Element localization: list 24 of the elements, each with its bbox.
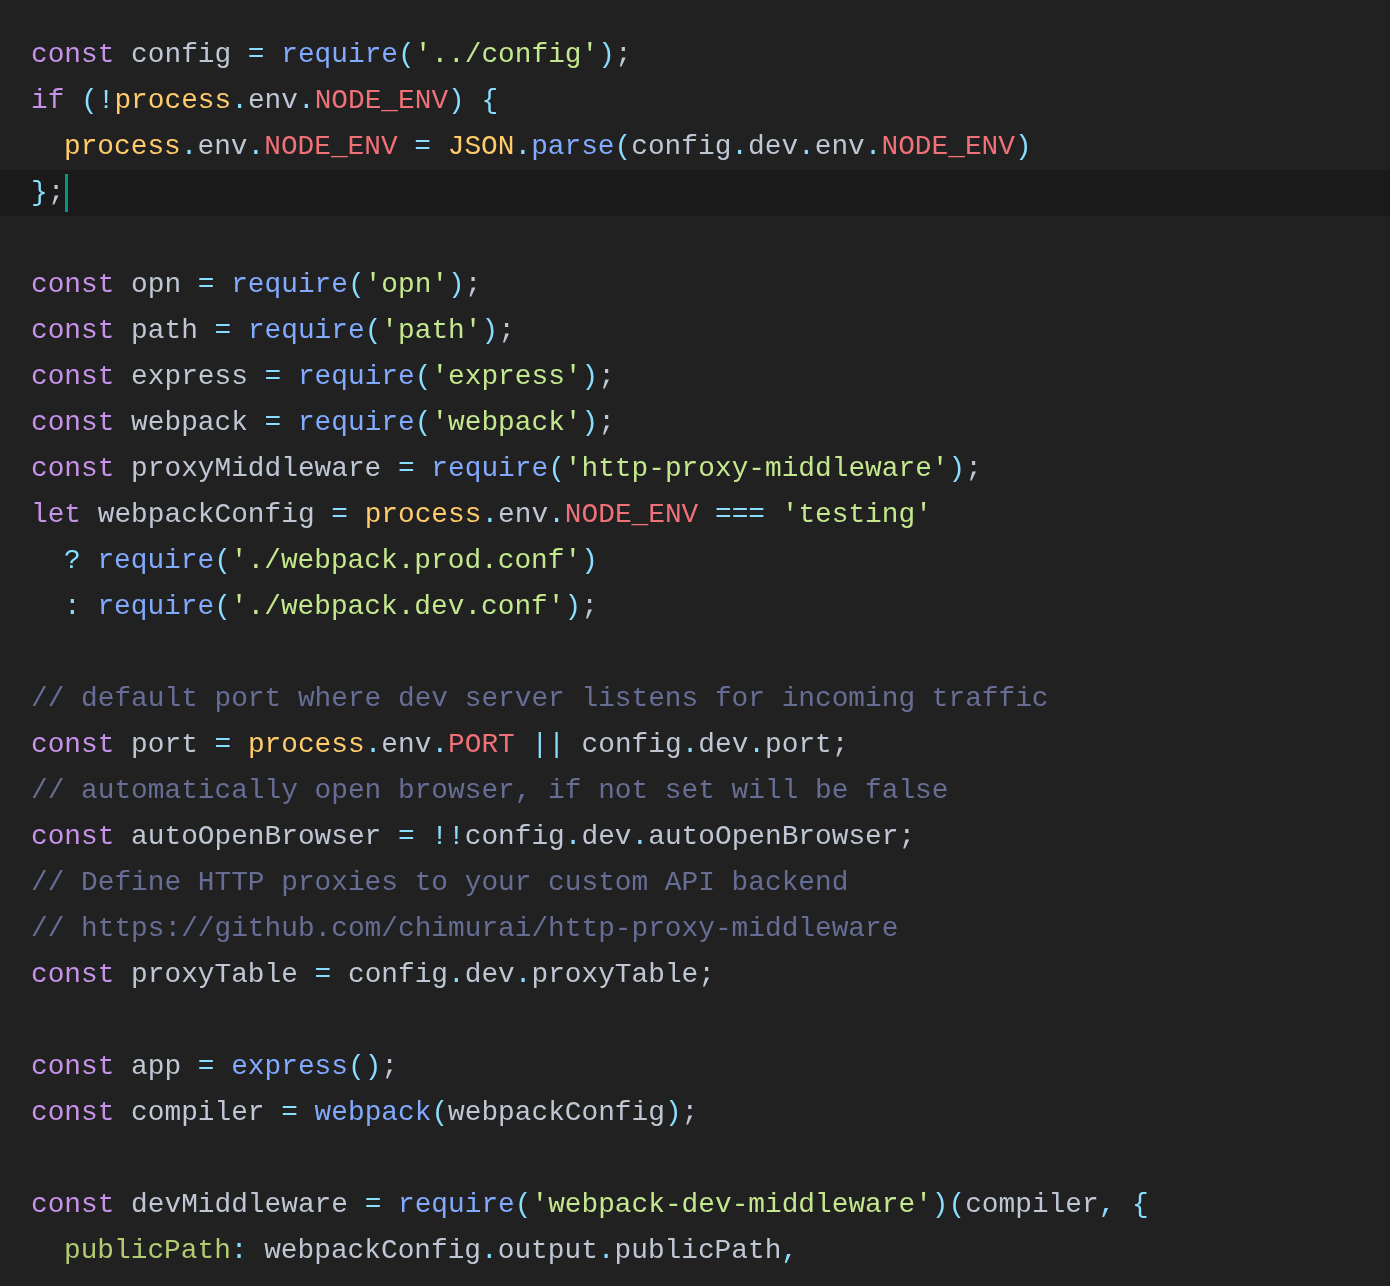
code-line: publicPath: webpackConfig.output.publicPath, bbox=[63, 1234, 798, 1268]
code-line: const autoOpenBrowser = !!config.dev.autoOpenBrowser; bbox=[31, 820, 916, 854]
code-comment: // https://github.com/chimurai/http-proxy-middleware bbox=[31, 912, 899, 946]
code-line: ? require('./webpack.prod.conf') bbox=[63, 544, 598, 578]
code-line: const proxyTable = config.dev.proxyTable; bbox=[31, 958, 715, 992]
code-line: let webpackConfig = process.env.NODE_ENV === 'testing' bbox=[31, 498, 932, 532]
code-line: : require('./webpack.dev.conf'); bbox=[63, 590, 598, 624]
code-line: const config = require('../config'); bbox=[31, 38, 632, 72]
code-line: const express = require('express'); bbox=[31, 360, 615, 394]
code-line: }; bbox=[31, 176, 65, 210]
text-cursor bbox=[65, 173, 69, 212]
code-line: const opn = require('opn'); bbox=[31, 268, 482, 302]
code-line: const proxyMiddleware = require('http-proxy-middleware'); bbox=[31, 452, 982, 486]
code-line: const devMiddleware = require('webpack-dev-middleware')(compiler, { bbox=[31, 1188, 1149, 1222]
code-comment: // default port where dev server listens for incoming traffic bbox=[31, 682, 1049, 716]
code-line: const compiler = webpack(webpackConfig); bbox=[31, 1096, 699, 1130]
code-line: const port = process.env.PORT || config.dev.port; bbox=[31, 728, 849, 762]
code-line: process.env.NODE_ENV = JSON.parse(config.dev.env.NODE_ENV) bbox=[63, 130, 1032, 164]
code-comment: // automatically open browser, if not set will be false bbox=[31, 774, 949, 808]
code-line: const path = require('path'); bbox=[31, 314, 515, 348]
code-line: const app = express(); bbox=[31, 1050, 399, 1084]
code-comment: // Define HTTP proxies to your custom API backend bbox=[31, 866, 849, 900]
code-line: const webpack = require('webpack'); bbox=[31, 406, 615, 440]
code-line: if (!process.env.NODE_ENV) { bbox=[31, 84, 499, 118]
